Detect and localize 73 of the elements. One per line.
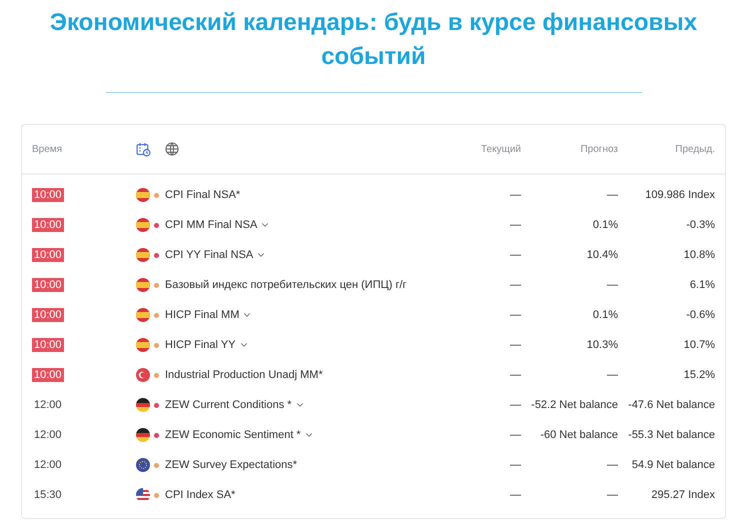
table-cell-text: — (509, 188, 521, 203)
event-name[interactable]: CPI Final NSA* (165, 186, 240, 204)
time-label: 10:00 (32, 248, 64, 262)
table-cell-text: -0.3% (685, 218, 715, 233)
event-name[interactable]: ZEW Economic Sentiment * (165, 426, 301, 444)
flag-icon (136, 188, 150, 202)
flag-icon (136, 428, 150, 442)
table-cell-text: -47.6 Net balance (627, 398, 715, 413)
table-cell-text: 295.27 Index (650, 488, 715, 503)
table-cell-text: -60 Net balance (539, 428, 618, 443)
table-cell-text: — (509, 368, 521, 383)
column-header: Предыд. (674, 142, 715, 156)
flag-icon (136, 458, 150, 472)
time-label: 12:00 (33, 428, 63, 441)
flag-icon (136, 278, 150, 292)
event-name[interactable]: ZEW Survey Expectations* (165, 456, 298, 474)
time-label: 15:30 (33, 488, 63, 501)
globe-icon[interactable] (164, 141, 180, 157)
table-cell-text: — (606, 278, 618, 293)
table-cell-text: -55.3 Net balance (627, 428, 715, 443)
table-cell-text: — (509, 308, 521, 323)
event-name[interactable]: HICP Final YY (165, 336, 236, 354)
event-name[interactable]: Industrial Production Unadj MM* (165, 366, 323, 384)
time-label: 12:00 (33, 458, 63, 471)
time-label: 10:00 (32, 308, 64, 322)
table-cell-text: 10.8% (682, 248, 715, 263)
table-cell-text: 15.2% (682, 368, 715, 383)
column-header: Время (32, 142, 64, 156)
table-cell-text: — (606, 188, 618, 203)
table-cell-text: — (606, 458, 618, 473)
table-cell-text: 10.7% (682, 338, 715, 353)
flag-icon (136, 338, 150, 352)
event-name[interactable]: ZEW Current Conditions * (165, 396, 292, 414)
table-cell-text: -52.2 Net balance (530, 398, 618, 413)
table-cell-text: 0.1% (592, 218, 618, 233)
table-cell-text: 6.1% (688, 278, 715, 293)
table-cell-text: 0.1% (592, 308, 618, 323)
table-cell-text: 54.9 Net balance (630, 458, 715, 473)
table-cell-text: — (509, 248, 521, 263)
event-name[interactable]: HICP Final MM (165, 306, 240, 324)
table-cell-text: — (509, 488, 521, 503)
table-cell-text: 10.4% (586, 248, 618, 263)
flag-icon (136, 398, 150, 412)
time-label: 10:00 (32, 368, 64, 382)
table-cell-text: 10.3% (586, 338, 618, 353)
table-cell-text: — (606, 488, 618, 503)
table-cell-text: 109.986 Index (644, 188, 715, 203)
event-name[interactable]: CPI YY Final NSA (165, 246, 254, 264)
flag-icon (136, 368, 150, 382)
flag-icon (136, 218, 150, 232)
table-cell-text: — (606, 368, 618, 383)
event-name[interactable]: CPI Index SA* (165, 486, 236, 504)
table-cell-text: — (509, 458, 521, 473)
page-title: Экономический календарь: будь в курсе финансовых событий (48, 8, 698, 72)
table-cell-text: — (509, 338, 521, 353)
column-header: Прогноз (579, 142, 618, 156)
calendar-clock-icon[interactable] (135, 140, 152, 158)
time-label: 10:00 (32, 278, 64, 292)
flag-icon (136, 488, 150, 502)
time-label: 10:00 (32, 188, 64, 202)
time-label: 10:00 (32, 338, 64, 352)
flag-icon (136, 308, 150, 322)
time-label: 10:00 (32, 218, 64, 232)
event-name[interactable]: CPI MM Final NSA (165, 216, 258, 234)
time-label: 12:00 (33, 398, 63, 411)
event-name[interactable]: Базовый индекс потребительских цен (ИПЦ) г/г (165, 276, 407, 294)
table-cell-text: — (509, 218, 521, 233)
table-cell-text: -0.6% (685, 308, 715, 323)
table-cell-text: — (509, 428, 521, 443)
column-header: Текущий (480, 142, 521, 156)
flag-icon (136, 248, 150, 262)
table-cell-text: — (509, 398, 521, 413)
table-cell-text: — (509, 278, 521, 293)
